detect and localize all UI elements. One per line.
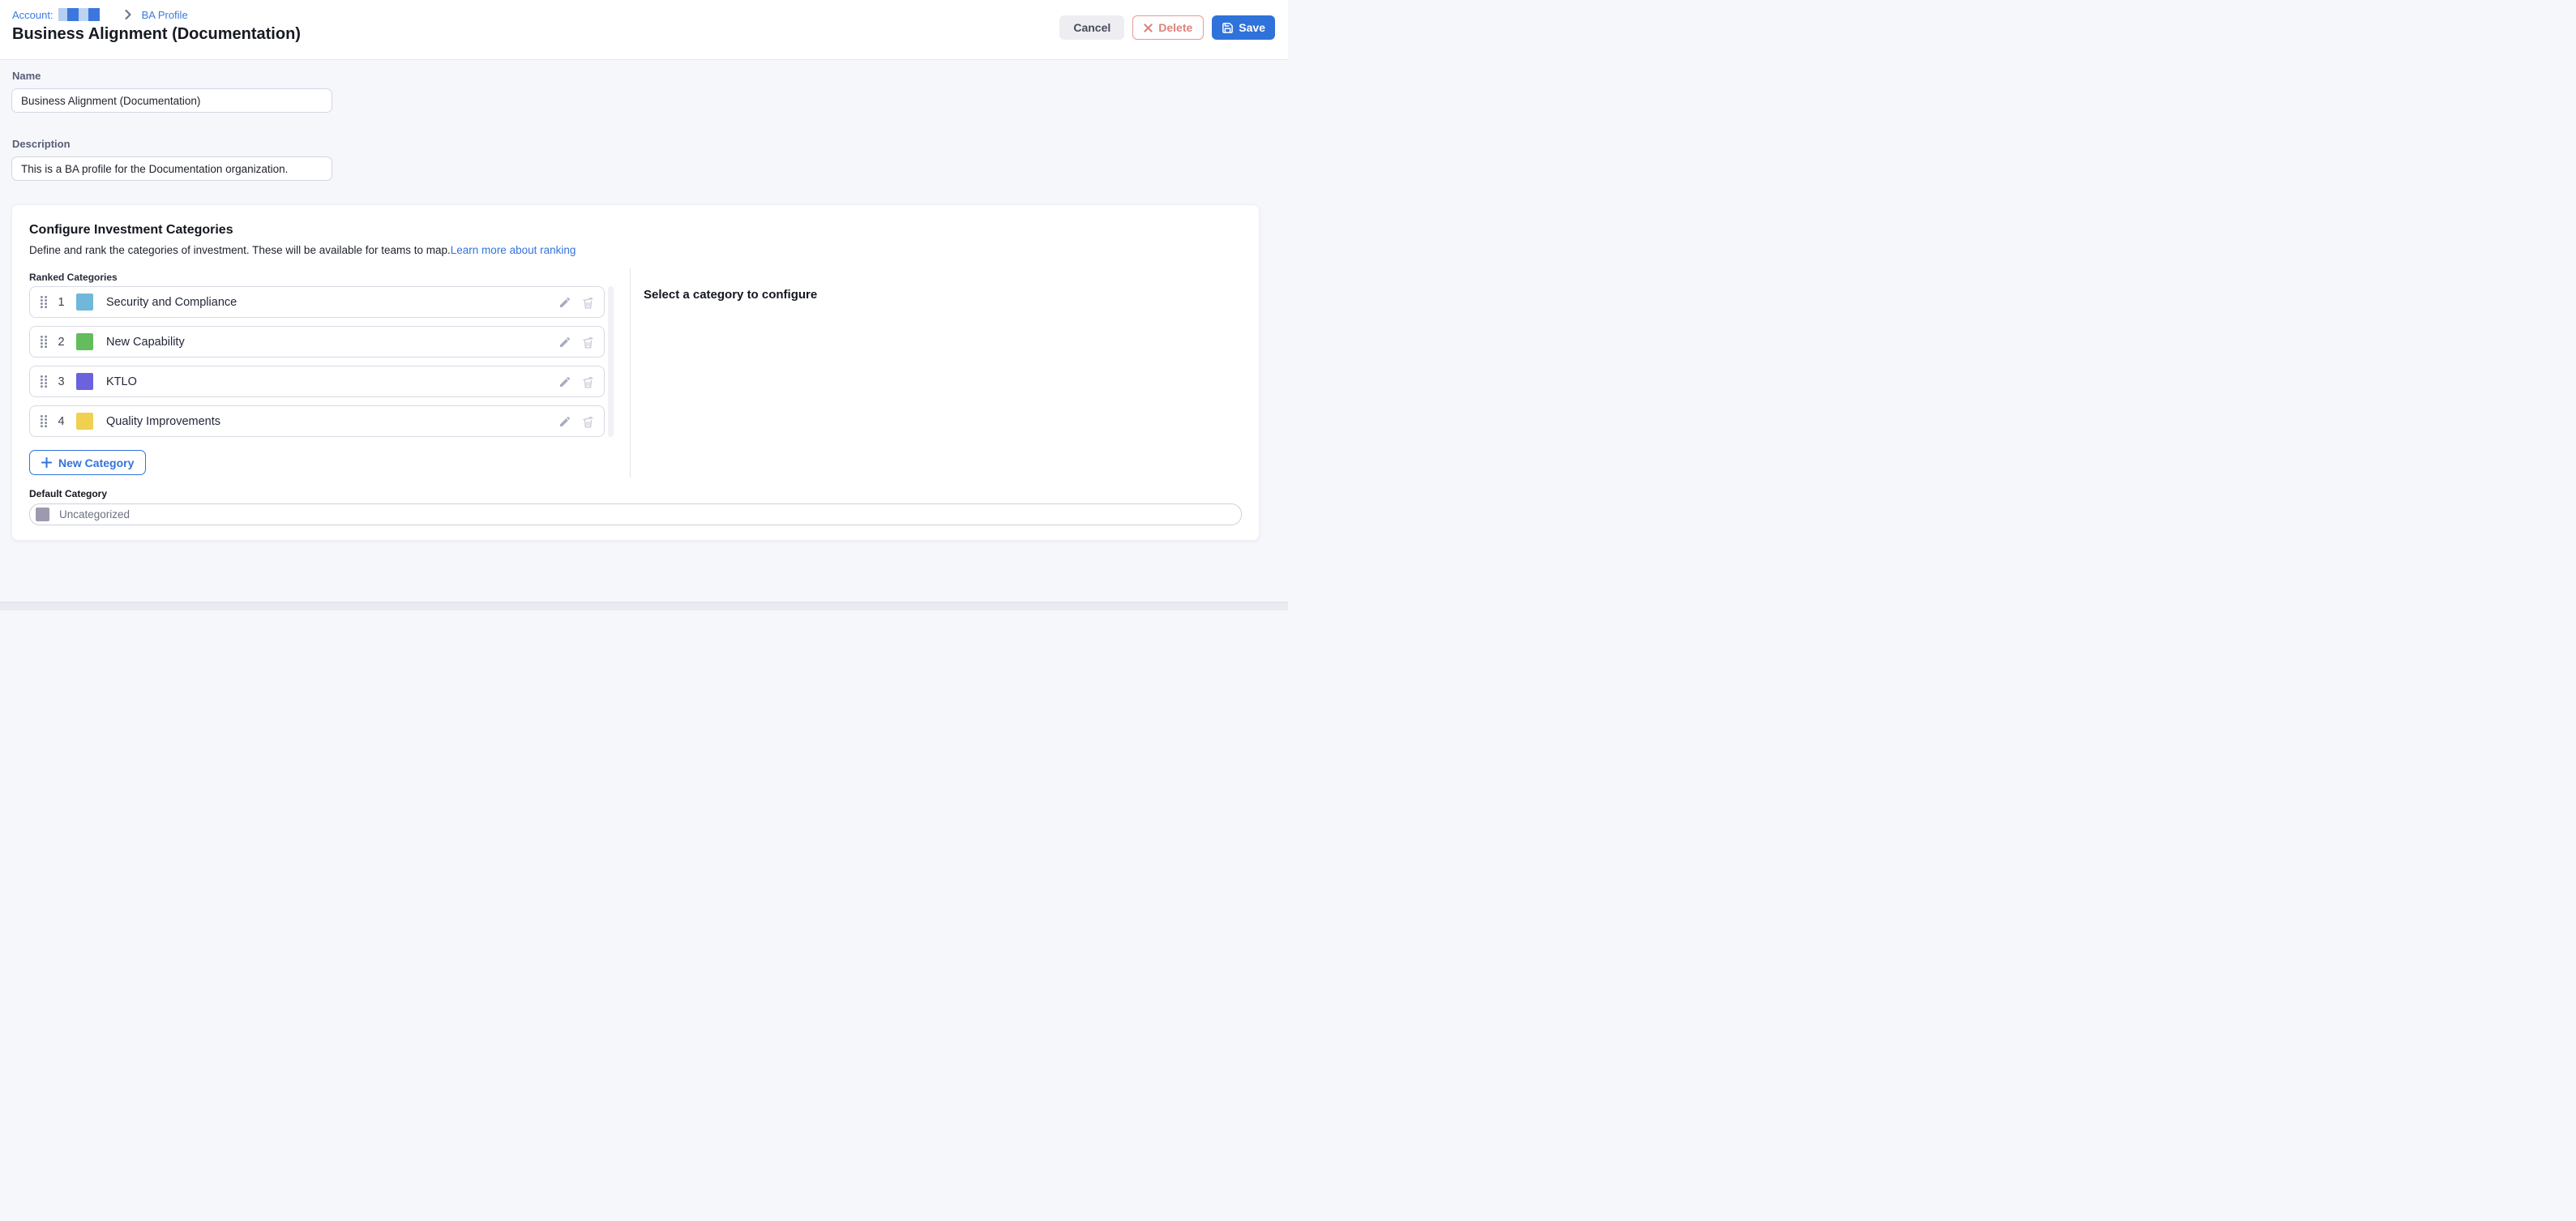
edit-category-button[interactable] (554, 371, 576, 393)
category-name: Security and Compliance (106, 296, 237, 309)
cancel-button[interactable]: Cancel (1059, 15, 1124, 40)
name-label: Name (12, 70, 41, 82)
category-rank: 2 (56, 336, 66, 349)
card-subtitle-text: Define and rank the categories of invest… (29, 244, 451, 256)
drag-handle-icon[interactable] (40, 414, 48, 428)
delete-category-button[interactable] (576, 291, 599, 314)
delete-button-label: Delete (1158, 21, 1192, 34)
trash-icon (581, 414, 595, 429)
description-field[interactable] (11, 156, 332, 181)
x-icon (1144, 24, 1153, 32)
pane-divider (630, 268, 631, 478)
pencil-icon (558, 336, 571, 349)
pencil-icon (558, 375, 571, 388)
list-scrollbar[interactable] (608, 286, 614, 437)
category-color-swatch (76, 333, 93, 350)
default-category-swatch (36, 508, 49, 521)
card-title: Configure Investment Categories (29, 223, 233, 238)
learn-more-link[interactable]: Learn more about ranking (451, 244, 576, 256)
floppy-save-icon (1222, 22, 1234, 34)
configure-categories-card: Configure Investment Categories Define a… (11, 204, 1260, 541)
category-name: KTLO (106, 375, 137, 388)
edit-category-button[interactable] (554, 410, 576, 433)
category-row[interactable]: 4 Quality Improvements (29, 405, 605, 437)
header-actions: Cancel Delete Save (1059, 15, 1275, 40)
account-label: Account: (12, 9, 53, 21)
pencil-icon (558, 296, 571, 309)
drag-handle-icon[interactable] (40, 295, 48, 309)
category-rank: 3 (56, 375, 66, 388)
category-name: New Capability (106, 336, 185, 349)
default-category-label: Default Category (29, 488, 107, 499)
page-title: Business Alignment (Documentation) (12, 25, 301, 44)
card-subtitle: Define and rank the categories of invest… (29, 244, 576, 256)
breadcrumb-account[interactable]: Account: (12, 8, 100, 21)
trash-icon (581, 295, 595, 310)
edit-category-button[interactable] (554, 331, 576, 353)
drag-handle-icon[interactable] (40, 375, 48, 388)
new-category-button[interactable]: New Category (29, 450, 146, 475)
new-category-button-label: New Category (58, 456, 134, 469)
breadcrumb: Account: BA Profile (12, 8, 188, 21)
save-button[interactable]: Save (1212, 15, 1275, 40)
category-rank: 1 (56, 296, 66, 309)
account-name-redacted (58, 8, 100, 21)
category-color-swatch (76, 413, 93, 430)
delete-category-button[interactable] (576, 331, 599, 353)
category-color-swatch (76, 293, 93, 311)
category-row[interactable]: 3 KTLO (29, 366, 605, 397)
category-row[interactable]: 1 Security and Compliance (29, 286, 605, 318)
ranked-categories-label: Ranked Categories (29, 272, 118, 283)
category-name: Quality Improvements (106, 415, 220, 428)
drag-handle-icon[interactable] (40, 335, 48, 349)
pencil-icon (558, 415, 571, 428)
trash-icon (581, 375, 595, 389)
delete-category-button[interactable] (576, 410, 599, 433)
delete-button[interactable]: Delete (1132, 15, 1204, 40)
delete-category-button[interactable] (576, 371, 599, 393)
category-rank: 4 (56, 415, 66, 428)
description-label: Description (12, 138, 71, 150)
chevron-right-icon (125, 10, 131, 19)
empty-state-message: Select a category to configure (644, 288, 817, 302)
edit-category-button[interactable] (554, 291, 576, 314)
page-header: Account: BA Profile Business Alignment (… (0, 0, 1288, 60)
category-color-swatch (76, 373, 93, 390)
default-category-name: Uncategorized (59, 508, 130, 521)
ba-profile-page: Account: BA Profile Business Alignment (… (0, 0, 1288, 610)
trash-icon (581, 335, 595, 349)
breadcrumb-ba-profile[interactable]: BA Profile (142, 9, 188, 21)
name-field[interactable] (11, 88, 332, 113)
plus-icon (41, 457, 52, 468)
category-row[interactable]: 2 New Capability (29, 326, 605, 358)
ranked-categories-list: 1 Security and Compliance (29, 286, 605, 437)
horizontal-scrollbar-track[interactable] (0, 602, 1288, 610)
save-button-label: Save (1239, 21, 1265, 34)
default-category-row[interactable]: Uncategorized (29, 503, 1242, 525)
